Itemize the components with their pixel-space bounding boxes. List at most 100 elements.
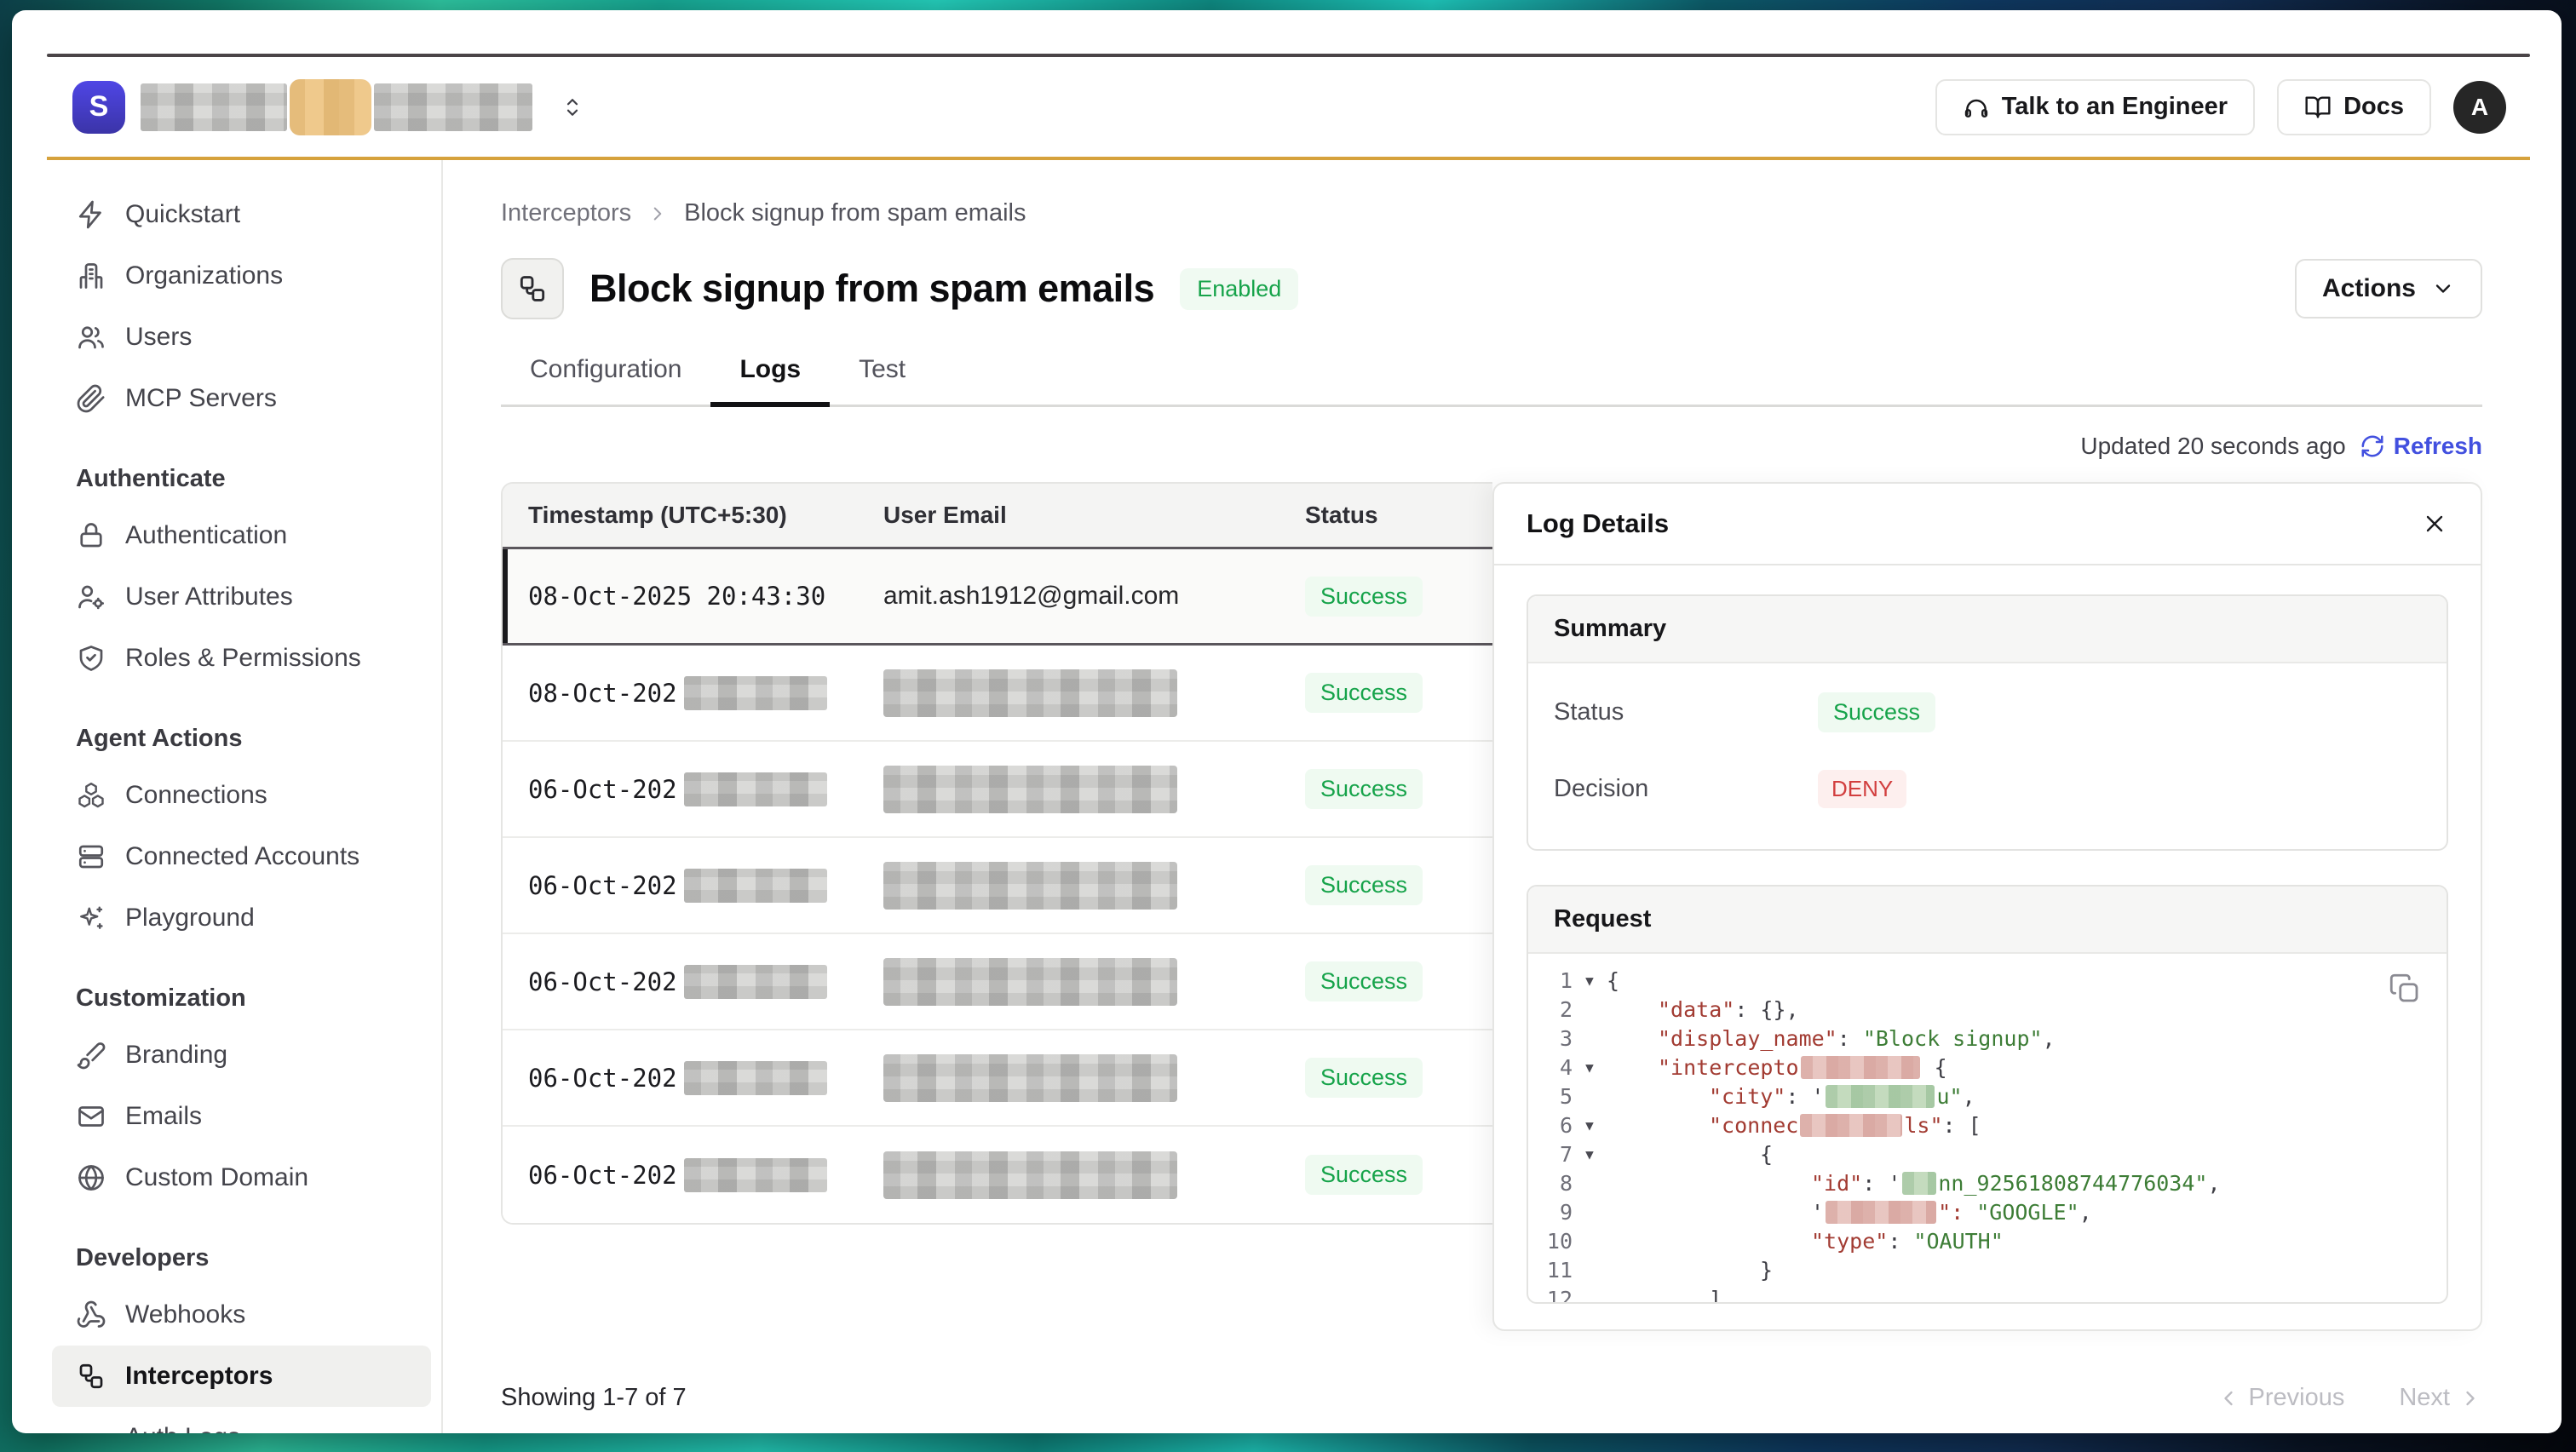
user-avatar[interactable]: A bbox=[2453, 81, 2506, 134]
docs-button[interactable]: Docs bbox=[2277, 79, 2431, 135]
refresh-icon bbox=[2360, 433, 2385, 459]
stacked-cards-icon bbox=[76, 841, 106, 872]
column-header-status: Status bbox=[1279, 502, 1492, 529]
sidebar-item-label: Connections bbox=[125, 781, 267, 810]
code-line: 11} bbox=[1528, 1255, 2447, 1284]
close-icon[interactable] bbox=[2421, 510, 2448, 537]
workspace-name-redacted bbox=[141, 79, 532, 135]
workspace-switcher[interactable]: S bbox=[72, 79, 585, 135]
sidebar-item-connected-accounts[interactable]: Connected Accounts bbox=[52, 826, 431, 887]
next-page-button[interactable]: Next bbox=[2399, 1384, 2482, 1412]
column-header-timestamp: Timestamp (UTC+5:30) bbox=[503, 502, 858, 529]
summary-header: Summary bbox=[1528, 596, 2447, 663]
user-gear-icon bbox=[76, 582, 106, 612]
sidebar-item-label: Authentication bbox=[125, 521, 287, 550]
sidebar-item-quickstart[interactable]: Quickstart bbox=[52, 184, 431, 245]
top-header: S Talk to an Engineer bbox=[47, 57, 2530, 160]
sidebar-item-organizations[interactable]: Organizations bbox=[52, 245, 431, 307]
table-row[interactable]: 06-Oct-202 Success bbox=[503, 934, 1492, 1030]
table-row[interactable]: 06-Oct-202 Success bbox=[503, 1127, 1492, 1223]
code-line: 8"id": 'nn_92561808744776034", bbox=[1528, 1168, 2447, 1197]
sidebar-item-label: Branding bbox=[125, 1041, 227, 1070]
request-json-viewer[interactable]: 1▼{ 2"data": {}, 3"display_name": "Block… bbox=[1528, 954, 2447, 1302]
redacted-text-block bbox=[141, 83, 287, 131]
sidebar-section-authenticate: Authenticate bbox=[47, 465, 436, 493]
sidebar-item-label: Auth Logs bbox=[125, 1423, 240, 1433]
sidebar-item-authentication[interactable]: Authentication bbox=[52, 505, 431, 566]
sidebar-item-custom-domain[interactable]: Custom Domain bbox=[52, 1147, 431, 1208]
app-window: S Talk to an Engineer bbox=[12, 10, 2562, 1433]
workspace-logo: S bbox=[72, 81, 125, 134]
talk-to-engineer-button[interactable]: Talk to an Engineer bbox=[1935, 79, 2255, 135]
table-row[interactable]: 06-Oct-202 Success bbox=[503, 1030, 1492, 1127]
sidebar-item-emails[interactable]: Emails bbox=[52, 1086, 431, 1147]
sidebar-item-mcp-servers[interactable]: MCP Servers bbox=[52, 368, 431, 429]
book-open-icon bbox=[2304, 94, 2332, 121]
redacted-email bbox=[883, 1151, 1177, 1199]
chevrons-up-down-icon[interactable] bbox=[560, 95, 585, 120]
table-row[interactable]: 06-Oct-202 Success bbox=[503, 742, 1492, 838]
sidebar-item-roles-permissions[interactable]: Roles & Permissions bbox=[52, 628, 431, 689]
redacted-org-badge bbox=[290, 79, 371, 135]
column-header-user-email: User Email bbox=[858, 502, 1279, 529]
sidebar-item-label: Organizations bbox=[125, 261, 283, 290]
sidebar-item-label: Emails bbox=[125, 1102, 202, 1131]
copy-icon[interactable] bbox=[2387, 971, 2423, 1007]
redacted-timestamp bbox=[684, 965, 827, 999]
sidebar-item-interceptors[interactable]: Interceptors bbox=[52, 1346, 431, 1407]
sidebar-item-label: Roles & Permissions bbox=[125, 644, 361, 673]
lock-icon bbox=[76, 520, 106, 551]
sidebar-item-label: MCP Servers bbox=[125, 384, 277, 413]
redacted-email bbox=[883, 669, 1177, 717]
refresh-button[interactable]: Refresh bbox=[2360, 433, 2482, 460]
sidebar-section-customization: Customization bbox=[47, 984, 436, 1013]
previous-label: Previous bbox=[2249, 1384, 2345, 1412]
page-title: Block signup from spam emails bbox=[589, 267, 1154, 311]
interceptor-title-icon-box bbox=[501, 258, 564, 319]
zap-icon bbox=[76, 199, 106, 230]
previous-page-button[interactable]: Previous bbox=[2217, 1384, 2345, 1412]
interceptor-icon bbox=[76, 1361, 106, 1392]
summary-status-badge: Success bbox=[1818, 692, 1935, 732]
redacted-json-key bbox=[1801, 1056, 1920, 1079]
interceptor-icon bbox=[516, 273, 549, 305]
email-value: amit.ash1912@gmail.com bbox=[858, 582, 1279, 611]
shield-check-icon bbox=[76, 643, 106, 674]
sidebar-item-branding[interactable]: Branding bbox=[52, 1024, 431, 1086]
sidebar-section-developers: Developers bbox=[47, 1244, 436, 1272]
sidebar-item-auth-logs[interactable]: Auth Logs bbox=[52, 1407, 431, 1433]
tab-test[interactable]: Test bbox=[830, 355, 934, 405]
status-badge: Success bbox=[1305, 769, 1423, 809]
timestamp-value: 06-Oct-202 bbox=[528, 775, 677, 804]
sidebar-item-users[interactable]: Users bbox=[52, 307, 431, 368]
code-line: 7▼{ bbox=[1528, 1139, 2447, 1168]
table-row[interactable]: 08-Oct-2025 20:43:30 amit.ash1912@gmail.… bbox=[503, 549, 1492, 646]
status-badge: Success bbox=[1305, 865, 1423, 905]
actions-button[interactable]: Actions bbox=[2295, 259, 2482, 319]
tab-configuration[interactable]: Configuration bbox=[501, 355, 710, 405]
sidebar-item-label: Webhooks bbox=[125, 1300, 245, 1329]
users-icon bbox=[76, 322, 106, 353]
sidebar-item-user-attributes[interactable]: User Attributes bbox=[52, 566, 431, 628]
pagination-range-text: Showing 1-7 of 7 bbox=[501, 1384, 687, 1412]
chevron-left-icon bbox=[2217, 1386, 2240, 1410]
sidebar-item-label: Connected Accounts bbox=[125, 842, 359, 871]
timestamp-value: 08-Oct-2025 20:43:30 bbox=[528, 582, 825, 611]
redacted-timestamp bbox=[684, 1158, 827, 1192]
sidebar-item-playground[interactable]: Playground bbox=[52, 887, 431, 949]
status-badge: Success bbox=[1305, 961, 1423, 1001]
breadcrumb-interceptors-link[interactable]: Interceptors bbox=[501, 199, 631, 227]
table-row[interactable]: 08-Oct-202 Success bbox=[503, 646, 1492, 742]
refresh-label: Refresh bbox=[2394, 433, 2482, 460]
sidebar-item-webhooks[interactable]: Webhooks bbox=[52, 1284, 431, 1346]
sidebar: Quickstart Organizations Users MCP Serve… bbox=[47, 160, 443, 1433]
timestamp-value: 06-Oct-202 bbox=[528, 1161, 677, 1190]
table-row[interactable]: 06-Oct-202 Success bbox=[503, 838, 1492, 934]
tab-logs[interactable]: Logs bbox=[710, 355, 830, 405]
sidebar-item-label: Interceptors bbox=[125, 1362, 273, 1391]
timestamp-value: 06-Oct-202 bbox=[528, 871, 677, 900]
redacted-json-key bbox=[1800, 1114, 1902, 1137]
sidebar-item-connections[interactable]: Connections bbox=[52, 765, 431, 826]
breadcrumb-current: Block signup from spam emails bbox=[684, 199, 1026, 227]
bar-chart-icon bbox=[76, 1422, 106, 1433]
